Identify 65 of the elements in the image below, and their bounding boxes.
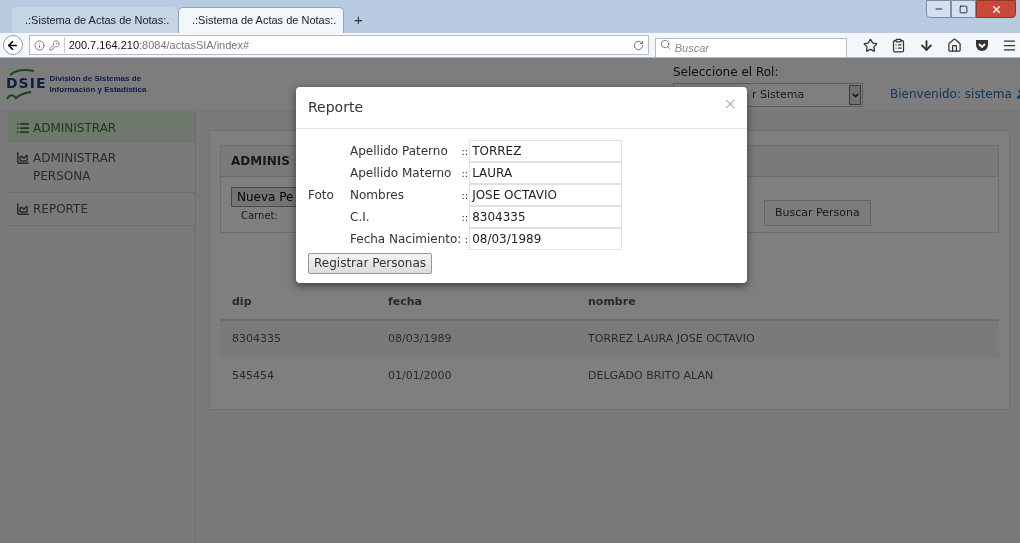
close-window-button[interactable]	[976, 0, 1016, 18]
back-button[interactable]	[3, 35, 23, 55]
table-cell-text: 01/01/2000	[388, 368, 453, 385]
menu-icon[interactable]	[1002, 37, 1017, 53]
modal-title: Reporte	[308, 98, 364, 117]
key-icon	[48, 39, 60, 51]
column-header: dip	[232, 293, 253, 310]
dropdown-arrow-button[interactable]	[849, 85, 861, 105]
column-header: nombre	[588, 293, 637, 310]
close-icon	[990, 3, 1002, 15]
tab-title: .:Sistema de Actas de Notas:.	[25, 12, 170, 28]
clipboard-icon[interactable]	[891, 37, 906, 53]
text-field[interactable]: 08/03/1989	[469, 228, 623, 250]
role-label: Seleccione el Rol:	[673, 64, 780, 81]
text-field[interactable]: JOSE OCTAVIO	[469, 184, 623, 206]
bookmark-star-icon[interactable]	[863, 37, 878, 53]
separator: :	[463, 232, 470, 247]
text-field[interactable]: TORREZ	[469, 140, 623, 162]
search-icon	[659, 39, 671, 50]
field-label: Nombres	[350, 187, 405, 204]
search-person-button[interactable]: Buscar Persona	[764, 200, 871, 226]
text-field[interactable]: LAURA	[469, 162, 623, 184]
field-label: Apellido Paterno	[350, 143, 449, 160]
table-cell-text: TORREZ LAURA JOSE OCTAVIO	[588, 331, 756, 348]
maximize-icon	[959, 4, 968, 14]
area-chart-icon	[16, 151, 30, 165]
field-label: C.I.	[350, 209, 371, 226]
url-text: 200.7.164.210:8084/actasSIA/index#	[63, 36, 250, 54]
maximize-button[interactable]	[951, 0, 976, 18]
minimize-button[interactable]	[926, 0, 951, 18]
home-icon[interactable]	[947, 37, 962, 53]
new-tab-button[interactable]: +	[344, 7, 373, 33]
area-chart-icon	[16, 202, 30, 216]
separator: ::	[461, 188, 470, 203]
column-header: fecha	[388, 293, 424, 310]
logo-title-line: Información y Estadística	[49, 84, 147, 95]
swoosh-icon	[6, 91, 32, 100]
carnet-label: Carnet:	[241, 209, 278, 223]
logo-title-line: División de Sistemas de	[49, 73, 143, 84]
text-field[interactable]: 8304335	[469, 206, 623, 228]
separator: ::	[461, 144, 470, 159]
table-cell-text: DELGADO BRITO ALAN	[588, 368, 715, 385]
tab-title: .:Sistema de Actas de Notas:.	[192, 13, 337, 29]
browser-tab[interactable]: .:Sistema de Actas de Notas:.	[178, 7, 344, 33]
field-label: Fecha Nacimiento:	[350, 231, 462, 248]
welcome-text: Bienvenido: sistema	[890, 86, 1012, 103]
photo-label: Foto	[308, 187, 334, 204]
separator: ::	[461, 166, 470, 181]
table-cell-text: 8304335	[232, 331, 282, 348]
logo-mark: DSIE	[6, 76, 47, 91]
table-cell-text: 545454	[232, 368, 275, 385]
separator: ::	[461, 210, 470, 225]
field-label: Apellido Materno	[350, 165, 453, 182]
info-icon	[33, 39, 45, 51]
browser-tab[interactable]: .:Sistema de Actas de Notas:.	[12, 7, 178, 33]
reload-icon[interactable]	[632, 39, 644, 51]
shield-icon[interactable]	[975, 38, 989, 52]
register-button[interactable]: Registrar Personas	[308, 252, 433, 274]
search-field[interactable]: Buscar	[654, 38, 847, 58]
panel-title: ADMINIS	[231, 153, 290, 170]
back-arrow-icon	[6, 38, 20, 52]
download-icon[interactable]	[919, 37, 934, 53]
table-cell-text: 08/03/1989	[388, 331, 453, 348]
url-field[interactable]: 200.7.164.210:8084/actasSIA/index#	[28, 35, 649, 55]
list-icon	[16, 121, 30, 135]
